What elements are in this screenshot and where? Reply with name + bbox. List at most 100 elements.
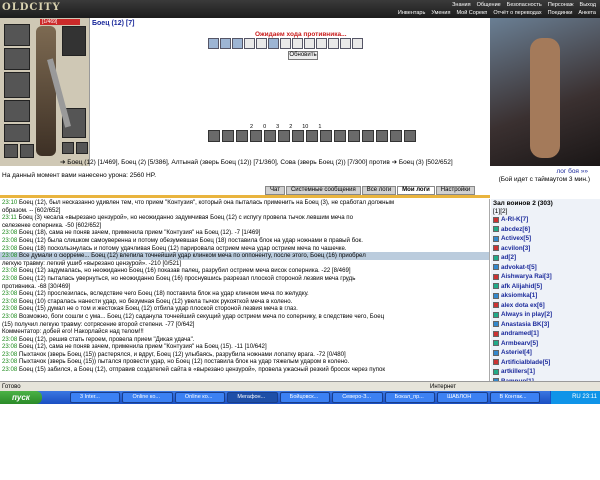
armor-slot[interactable] [4,72,30,98]
belt-slot[interactable] [4,100,30,122]
player-entry[interactable]: A-RI-K[7] [491,215,600,225]
player-entry[interactable]: afk Alijahid[5] [491,282,600,292]
player-name[interactable]: abcdez[6] [501,225,530,235]
tab-my-logs[interactable]: Мои логи [397,186,435,195]
skill-icon[interactable] [264,130,276,142]
player-entry[interactable]: Asteriel[4] [491,348,600,358]
helmet-slot[interactable] [4,24,30,46]
character-name[interactable]: Боец [92,20,110,27]
skill-icon[interactable] [222,130,234,142]
player-name[interactable]: alex dota ex[6] [501,301,545,311]
skill-icon[interactable] [376,130,388,142]
player-entry[interactable]: ad[2] [491,253,600,263]
player-name[interactable]: Aishwarya Rai[3] [501,272,552,282]
gloves-slot[interactable] [4,124,30,142]
empty-slot-6[interactable] [316,38,327,49]
skill-icon[interactable] [348,130,360,142]
player-name[interactable]: artkillers[1] [501,367,535,377]
empty-slot-1[interactable] [244,38,255,49]
empty-slot-8[interactable] [340,38,351,49]
taskbar-window-button[interactable]: Бойцовск... [279,392,331,403]
skill-icon[interactable] [306,130,318,142]
refresh-button[interactable]: Обновить [288,51,318,60]
tab-all-logs[interactable]: Все логи [361,186,397,195]
skill-icon[interactable] [278,130,290,142]
player-entry[interactable]: aksiomka[1] [491,291,600,301]
player-name[interactable]: andramed[1] [501,329,539,339]
nav-inventory[interactable]: Инвентарь [398,9,425,17]
tab-chat[interactable]: Чат [265,186,285,195]
page-switcher[interactable]: [1][2] [491,208,600,215]
attack-slot-3[interactable] [232,38,243,49]
ring-slot-4[interactable] [76,142,88,154]
player-name[interactable]: Artificialblade[5] [501,358,550,368]
empty-slot-5[interactable] [304,38,315,49]
skill-icon[interactable] [320,130,332,142]
player-entry[interactable]: Always in play[2] [491,310,600,320]
chat-log[interactable]: 23:10 Боец (12), был несказанно удивлен … [0,199,490,381]
empty-slot-7[interactable] [328,38,339,49]
tab-settings[interactable]: Настройки [435,186,476,195]
empty-slot-9[interactable] [352,38,363,49]
player-name[interactable]: acvilon[3] [501,244,530,254]
taskbar-window-button[interactable]: В Контак... [489,392,540,403]
player-entry[interactable]: Anastasia BK[3] [491,320,600,330]
skill-icon[interactable] [390,130,402,142]
taskbar-window-button[interactable]: ШАБЛОН [437,392,488,403]
skill-icon[interactable] [362,130,374,142]
skill-icon[interactable] [404,130,416,142]
nav-scroll[interactable]: Мой Сорекп [457,9,488,17]
player-name[interactable]: afk Alijahid[5] [501,282,542,292]
nav-profile[interactable]: Анкета [578,9,596,17]
tab-system[interactable]: Системные сообщения [285,186,361,195]
nav-social[interactable]: Общение [477,1,501,9]
player-name[interactable]: Asteriel[4] [501,348,532,358]
nav-security[interactable]: Безопасность [507,1,542,9]
skill-icon[interactable] [236,130,248,142]
attack-slot-1[interactable] [208,38,219,49]
taskbar-window-button[interactable]: Бокал_пр... [384,392,436,403]
nav-duels[interactable]: Поединки [548,9,573,17]
player-entry[interactable]: Activex[5] [491,234,600,244]
game-logo[interactable]: OLDCITY [2,2,92,16]
player-entry[interactable]: Aishwarya Rai[3] [491,272,600,282]
player-entry[interactable]: alex dota ex[6] [491,301,600,311]
taskbar-window-button[interactable]: Мегафон... [227,392,278,403]
player-entry[interactable]: andramed[1] [491,329,600,339]
taskbar-window-button[interactable]: 3 Inter... [70,392,121,403]
player-name[interactable]: Activex[5] [501,234,531,244]
player-name[interactable]: Always in play[2] [501,310,552,320]
player-entry[interactable]: artkillers[1] [491,367,600,377]
skill-icon[interactable] [208,130,220,142]
player-name[interactable]: A-RI-K[7] [501,215,528,225]
attack-slot-4[interactable] [268,38,279,49]
player-name[interactable]: advokat-t[5] [501,263,537,273]
player-entry[interactable]: acvilon[3] [491,244,600,254]
skill-icon[interactable] [292,130,304,142]
player-name[interactable]: ad[2] [501,253,516,263]
player-entry[interactable]: Armbearv[5] [491,339,600,349]
player-entry[interactable]: Artificialblade[5] [491,358,600,368]
battle-log-link[interactable]: лог боя »» [468,168,588,176]
nav-character[interactable]: Персонаж [548,1,574,9]
empty-slot-3[interactable] [280,38,291,49]
empty-slot-2[interactable] [256,38,267,49]
ring-slot-2[interactable] [20,144,34,158]
attack-slot-2[interactable] [220,38,231,49]
nav-transfers[interactable]: Отчёт о переводах [493,9,541,17]
taskbar-window-button[interactable]: Online ко... [122,392,173,403]
player-entry[interactable]: advokat-t[5] [491,263,600,273]
taskbar-window-button[interactable]: Северо-З... [332,392,383,403]
nav-exit[interactable]: Выход [580,1,596,9]
ring-slot-1[interactable] [4,144,18,158]
ring-slot-3[interactable] [62,142,74,154]
skill-icon[interactable] [250,130,262,142]
player-name[interactable]: aksiomka[1] [501,291,537,301]
player-name[interactable]: Armbearv[5] [501,339,538,349]
empty-slot-4[interactable] [292,38,303,49]
player-name[interactable]: Anastasia BK[3] [501,320,549,330]
taskbar-window-button[interactable]: Online ко... [174,392,226,403]
weapon-slot[interactable] [62,26,86,56]
amulet-slot[interactable] [4,48,30,70]
skill-icon[interactable] [334,130,346,142]
